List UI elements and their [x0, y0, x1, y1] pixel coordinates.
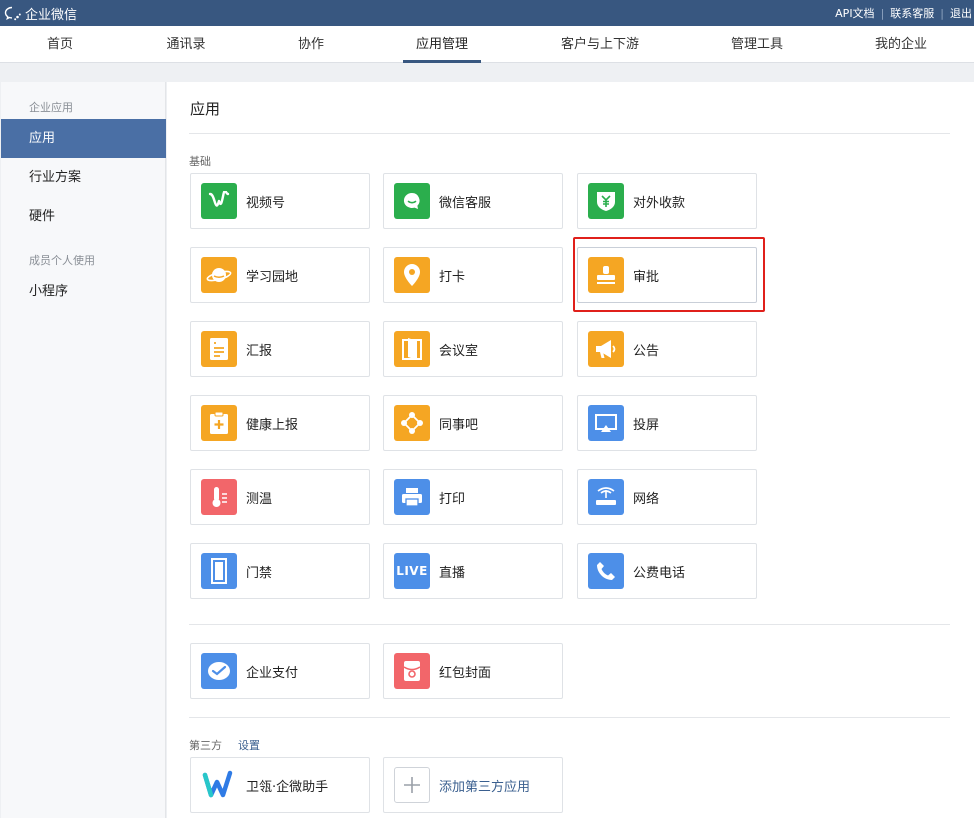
- app-label: 会议室: [439, 343, 479, 359]
- chat-bubble-icon: [394, 183, 430, 219]
- sidebar: 企业应用 应用 行业方案 硬件 成员个人使用 小程序: [1, 82, 166, 818]
- app-label: 公告: [633, 343, 660, 359]
- page-title: 应用: [190, 100, 221, 118]
- pay-check-icon: [201, 653, 237, 689]
- brand[interactable]: 企业微信: [4, 4, 78, 23]
- highlight-box: [573, 237, 765, 312]
- app-label: 视频号: [246, 195, 286, 211]
- app-card-assistant[interactable]: 卫瓴·企微助手: [190, 757, 370, 813]
- app-label: 汇报: [246, 343, 273, 359]
- app-label: 企业支付: [246, 665, 299, 681]
- sidebar-item-industry[interactable]: 行业方案: [1, 158, 166, 197]
- app-label: 对外收款: [633, 195, 686, 211]
- group-label-third-party: 第三方: [189, 739, 222, 752]
- third-party-settings-link[interactable]: 设置: [238, 737, 260, 753]
- access-door-icon: [201, 553, 237, 589]
- app-label: 网络: [633, 491, 660, 507]
- app-card-meeting[interactable]: 会议室: [383, 321, 563, 377]
- top-links: API文档 | 联系客服 | 退出: [835, 5, 972, 21]
- wecom-logo-icon: [4, 6, 21, 20]
- app-card-cast[interactable]: 投屏: [577, 395, 757, 451]
- divider: [189, 624, 950, 625]
- app-label: 微信客服: [439, 195, 492, 211]
- divider: |: [940, 6, 944, 20]
- nav-management-tools[interactable]: 管理工具: [718, 26, 796, 63]
- app-label: 学习园地: [246, 269, 299, 285]
- nav-contacts[interactable]: 通讯录: [156, 26, 216, 63]
- logout-link[interactable]: 退出: [950, 5, 972, 21]
- phone-icon: [588, 553, 624, 589]
- app-label: 卫瓴·企微助手: [246, 779, 329, 795]
- screen-cast-icon: [588, 405, 624, 441]
- app-label: 打印: [439, 491, 466, 507]
- app-card-payment[interactable]: 对外收款: [577, 173, 757, 229]
- live-badge-text: LIVE: [396, 564, 428, 578]
- app-card-live[interactable]: LIVE 直播: [383, 543, 563, 599]
- sidebar-section-enterprise: 企业应用: [29, 101, 73, 114]
- red-packet-icon: [394, 653, 430, 689]
- divider: [189, 717, 950, 718]
- network-nodes-icon: [394, 405, 430, 441]
- app-card-redpacket[interactable]: 红包封面: [383, 643, 563, 699]
- nav-home[interactable]: 首页: [30, 26, 90, 63]
- planet-icon: [201, 257, 237, 293]
- app-label: 门禁: [246, 565, 273, 581]
- divider: [189, 133, 950, 134]
- app-label: 健康上报: [246, 417, 299, 433]
- megaphone-icon: [588, 331, 624, 367]
- nav-customers[interactable]: 客户与上下游: [550, 26, 650, 63]
- nav-app-management[interactable]: 应用管理: [403, 26, 481, 63]
- app-card-notice[interactable]: 公告: [577, 321, 757, 377]
- app-label: 直播: [439, 565, 466, 581]
- app-card-study[interactable]: 学习园地: [190, 247, 370, 303]
- printer-icon: [394, 479, 430, 515]
- divider: |: [880, 6, 885, 20]
- app-card-colleague[interactable]: 同事吧: [383, 395, 563, 451]
- live-badge-icon: LIVE: [394, 553, 430, 589]
- app-label: 添加第三方应用: [439, 779, 531, 795]
- sidebar-item-miniprogram[interactable]: 小程序: [1, 272, 166, 311]
- app-label: 同事吧: [439, 417, 479, 433]
- plus-icon: [394, 767, 430, 803]
- app-card-pay[interactable]: 企业支付: [190, 643, 370, 699]
- app-card-channels[interactable]: 视频号: [190, 173, 370, 229]
- yuan-shield-icon: [588, 183, 624, 219]
- location-pin-icon: [394, 257, 430, 293]
- nav-collaboration[interactable]: 协作: [281, 26, 341, 63]
- app-card-phone[interactable]: 公费电话: [577, 543, 757, 599]
- app-label: 红包封面: [439, 665, 492, 681]
- door-icon: [394, 331, 430, 367]
- sidebar-item-apps[interactable]: 应用: [1, 119, 166, 158]
- sidebar-section-personal: 成员个人使用: [29, 254, 95, 267]
- api-docs-link[interactable]: API文档: [835, 5, 874, 21]
- add-third-party-app-card[interactable]: 添加第三方应用: [383, 757, 563, 813]
- app-card-network[interactable]: 网络: [577, 469, 757, 525]
- app-label: 投屏: [633, 417, 660, 433]
- main-panel: 应用 基础 视频号 微信客服 对外收款 学习园地 打卡 审批 汇报 会议室 公告…: [167, 82, 974, 818]
- sidebar-item-hardware[interactable]: 硬件: [1, 197, 166, 236]
- app-card-door[interactable]: 门禁: [190, 543, 370, 599]
- app-card-checkin[interactable]: 打卡: [383, 247, 563, 303]
- channels-icon: [201, 183, 237, 219]
- main-nav: 首页 通讯录 协作 应用管理 客户与上下游 管理工具 我的企业: [0, 26, 974, 63]
- document-list-icon: [201, 331, 237, 367]
- thermometer-icon: [201, 479, 237, 515]
- nav-my-enterprise[interactable]: 我的企业: [862, 26, 940, 63]
- w-logo-icon: [201, 767, 237, 803]
- group-label-basic: 基础: [189, 155, 211, 168]
- app-card-health[interactable]: 健康上报: [190, 395, 370, 451]
- app-card-temp[interactable]: 测温: [190, 469, 370, 525]
- app-card-report[interactable]: 汇报: [190, 321, 370, 377]
- router-icon: [588, 479, 624, 515]
- app-card-kf[interactable]: 微信客服: [383, 173, 563, 229]
- brand-name: 企业微信: [25, 7, 78, 23]
- app-card-print[interactable]: 打印: [383, 469, 563, 525]
- app-label: 公费电话: [633, 565, 686, 581]
- contact-support-link[interactable]: 联系客服: [890, 5, 934, 21]
- top-bar: 企业微信 API文档 | 联系客服 | 退出: [0, 0, 974, 26]
- app-label: 测温: [246, 491, 273, 507]
- app-label: 打卡: [439, 269, 466, 285]
- clipboard-plus-icon: [201, 405, 237, 441]
